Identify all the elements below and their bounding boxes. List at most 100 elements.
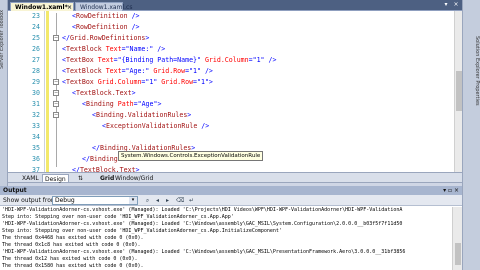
line-number: 29 bbox=[32, 78, 40, 86]
output-title-bar[interactable]: Output ▾ ▫ × bbox=[0, 186, 462, 195]
code-token: > bbox=[131, 89, 136, 97]
line-number: 26 bbox=[32, 45, 40, 53]
line-number: 34 bbox=[32, 133, 40, 141]
intellisense-tooltip: System.Windows.Controls.ExceptionValidat… bbox=[118, 151, 264, 161]
output-source-select[interactable]: Debug ▾ bbox=[52, 196, 138, 205]
collapse-toggle-icon[interactable]: − bbox=[53, 79, 59, 85]
next-message-icon[interactable]: ▸ bbox=[164, 197, 171, 204]
code-token: TextBox bbox=[65, 56, 94, 64]
line-number: 23 bbox=[32, 12, 40, 20]
output-line: 'HDI-WPF-ValidationAdorner-cs.vshost.exe… bbox=[2, 221, 403, 227]
toolbox-strip[interactable]: Server Explorer Toolbox bbox=[0, 0, 8, 186]
tab-label: Window1.xaml.cs bbox=[80, 4, 133, 11]
code-token: ="1" /> bbox=[185, 67, 213, 75]
document-tab-strip: Window1.xaml* × Window1.xaml.cs ▾ × bbox=[8, 0, 462, 11]
gutter-divider bbox=[44, 11, 45, 172]
prev-message-icon[interactable]: ◂ bbox=[154, 197, 161, 204]
code-token: Grid.Column bbox=[200, 56, 249, 64]
xaml-view-tab[interactable]: XAML bbox=[22, 174, 39, 183]
clear-all-icon[interactable]: ⌫ bbox=[176, 197, 184, 204]
code-line[interactable]: <TextBox Text="{Binding Path=Name}" Grid… bbox=[62, 55, 276, 66]
line-number: 27 bbox=[32, 56, 40, 64]
design-view-tab[interactable]: Design bbox=[42, 174, 69, 183]
code-line[interactable]: <Binding Path="Age"> bbox=[82, 99, 161, 110]
window-controls-icon[interactable]: ▾ ▫ × bbox=[443, 186, 459, 195]
line-number: 28 bbox=[32, 67, 40, 75]
collapse-toggle-icon[interactable]: − bbox=[53, 90, 59, 96]
code-line[interactable]: </Grid.RowDefinitions> bbox=[62, 33, 149, 44]
output-window: Output ▾ ▫ × Show output from: Debug ▾ ⌕… bbox=[0, 186, 462, 270]
output-vertical-scrollbar[interactable] bbox=[452, 207, 462, 270]
line-number: 30 bbox=[32, 89, 40, 97]
tab-window1-xaml[interactable]: Window1.xaml* × bbox=[10, 2, 74, 11]
code-token: </ bbox=[62, 34, 70, 42]
change-tracking-bar bbox=[46, 11, 49, 172]
output-title: Output bbox=[3, 187, 27, 194]
code-line[interactable]: <RowDefinition /> bbox=[72, 22, 140, 33]
code-line[interactable]: <TextBlock Text="Name:" /> bbox=[62, 44, 165, 55]
code-token: RowDefinition bbox=[75, 12, 128, 20]
code-line[interactable]: <TextBox Grid.Column="1" Grid.Row="1"> bbox=[62, 77, 213, 88]
split-toggle-icon[interactable]: ⇅ bbox=[78, 174, 83, 183]
server-explorer-label[interactable]: Server Explorer Toolbox bbox=[0, 4, 8, 74]
code-token: /> bbox=[127, 23, 140, 31]
code-token: ="1" /> bbox=[248, 56, 277, 64]
tab-label: Window1.xaml* bbox=[15, 4, 68, 11]
designer-view-bar: XAML Design ⇅ Grid Window/Grid bbox=[8, 172, 462, 183]
code-token: TextBox bbox=[65, 78, 94, 86]
line-number: 32 bbox=[32, 111, 40, 119]
code-line[interactable]: <Binding.ValidationRules> bbox=[92, 110, 191, 121]
code-line[interactable]: </Binding> bbox=[82, 154, 122, 165]
code-token: TextBlock bbox=[65, 67, 102, 75]
editor-vertical-scrollbar[interactable] bbox=[454, 11, 462, 172]
output-line: The thread 0x1580 has exited with code 0… bbox=[2, 263, 144, 269]
word-wrap-icon[interactable]: ↵ bbox=[188, 197, 195, 204]
find-icon[interactable]: ⌕ bbox=[144, 197, 151, 204]
line-number: 31 bbox=[32, 100, 40, 108]
output-line: Step into: Stepping over non-user code '… bbox=[2, 228, 282, 234]
chevron-down-icon[interactable]: ▾ bbox=[129, 197, 137, 204]
code-token: </ bbox=[92, 144, 100, 152]
code-token: ="1" bbox=[141, 78, 158, 86]
collapse-toggle-icon[interactable]: − bbox=[53, 101, 59, 107]
code-line[interactable]: <RowDefinition /> bbox=[72, 11, 140, 22]
code-token: TextBlock bbox=[65, 45, 102, 53]
code-token: ="Age"> bbox=[133, 100, 162, 108]
code-line[interactable]: <ExceptionValidationRule /> bbox=[102, 121, 209, 132]
output-text[interactable]: 'HDI-WPF-ValidationAdorner-cs.vshost.exe… bbox=[0, 207, 452, 270]
output-toolbar: Show output from: Debug ▾ ⌕ ◂ ▸ ⌫ ↵ bbox=[0, 195, 462, 206]
code-token: Grid.Row bbox=[157, 78, 194, 86]
xaml-code-editor[interactable]: 23 <RowDefinition /> 24 <RowDefinition /> 25… bbox=[8, 11, 462, 172]
code-line[interactable]: <TextBlock.Text> bbox=[72, 88, 136, 99]
line-number: 33 bbox=[32, 122, 40, 130]
output-line: The thread 0x12 has exited with code 0 (… bbox=[2, 256, 138, 262]
collapse-toggle-icon[interactable]: − bbox=[53, 112, 59, 118]
code-line[interactable]: <TextBlock Text="Age:" Grid.Row="1" /> bbox=[62, 66, 213, 77]
breadcrumb[interactable]: Window/Grid bbox=[115, 174, 153, 183]
solution-explorer-label[interactable]: Solution Explorer Properties bbox=[464, 16, 480, 126]
tab-window1-xaml-cs[interactable]: Window1.xaml.cs bbox=[75, 2, 132, 11]
code-line[interactable]: </TextBlock.Text> bbox=[72, 165, 140, 172]
code-token: ="1"> bbox=[193, 78, 213, 86]
code-token: </ bbox=[82, 155, 90, 163]
solution-explorer-strip[interactable]: Solution Explorer Properties bbox=[462, 0, 480, 270]
code-token: Binding bbox=[85, 100, 114, 108]
breadcrumb-root[interactable]: Grid bbox=[100, 174, 114, 183]
code-token: Text bbox=[101, 67, 122, 75]
code-token: Path bbox=[113, 100, 134, 108]
output-line: Step into: Stepping over non-user code '… bbox=[2, 214, 234, 220]
close-document-icon[interactable]: × bbox=[452, 1, 460, 9]
code-token: ="Age:" bbox=[121, 67, 150, 75]
scrollbar-thumb[interactable] bbox=[455, 243, 461, 265]
tab-list-dropdown-icon[interactable]: ▾ bbox=[442, 1, 450, 9]
show-output-from-label: Show output from: bbox=[3, 197, 59, 204]
collapse-toggle-icon[interactable]: − bbox=[53, 35, 59, 41]
code-token: Text bbox=[101, 45, 122, 53]
code-token: /> bbox=[127, 12, 140, 20]
code-token: > bbox=[145, 34, 150, 42]
scrollbar-thumb[interactable] bbox=[456, 71, 462, 111]
code-token: ="Name:" /> bbox=[121, 45, 166, 53]
output-line: 'HDI-WPF-ValidationAdorner-cs.vshost.exe… bbox=[2, 207, 403, 213]
code-token: /> bbox=[197, 122, 210, 130]
code-token: Binding bbox=[89, 155, 118, 163]
